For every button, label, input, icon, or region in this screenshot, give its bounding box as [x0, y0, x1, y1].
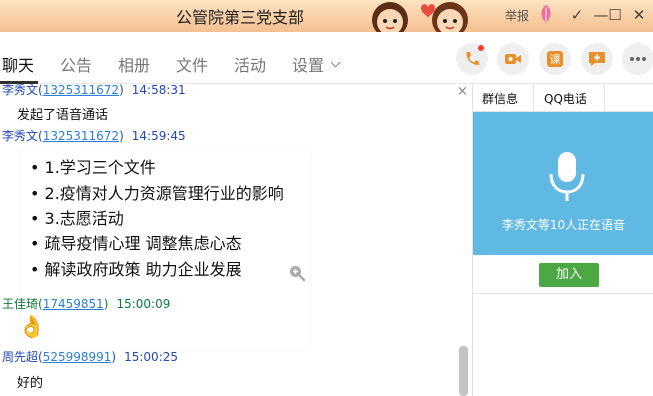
message-bubble-agenda: • 1.学习三个文件 • 2.疫情对人力资源管理行业的影响 • 3.志愿活动 •… [20, 150, 310, 350]
sender-name[interactable]: 王佳琦 [2, 297, 38, 311]
more-button[interactable] [622, 43, 653, 75]
agenda-item: • 1.学习三个文件 [30, 158, 156, 177]
sender-qq[interactable]: 1325311672 [43, 129, 119, 143]
phone-icon [466, 52, 479, 66]
tab-activities[interactable]: 活动 [234, 52, 266, 76]
tab-chat[interactable]: 聊天 [2, 52, 34, 76]
notification-dot [478, 45, 484, 51]
course-label: 课 [549, 53, 561, 66]
message-time: 14:58:31 [131, 84, 186, 97]
message-header: 王佳琦(17459851) 15:00:09 [2, 297, 171, 311]
agenda-item: • 解读政府政策 助力企业发展 [30, 260, 242, 279]
chat-area[interactable]: 李秀文(1325311672) 14:58:31 发起了语音通话 李秀文(1325… [0, 84, 472, 396]
sender-qq[interactable]: 525998991 [43, 350, 112, 364]
voice-call-panel: 李秀文等10人正在语音 [473, 112, 653, 255]
add-message-button[interactable] [581, 43, 613, 75]
cartoon-couple-decoration [372, 2, 468, 32]
microphone-icon [549, 152, 585, 201]
message-text: 发起了语音通话 [17, 108, 109, 123]
agenda-item: • 疏导疫情心理 调整焦虑心态 [30, 234, 242, 253]
close-notice-icon[interactable]: × [457, 84, 468, 99]
voice-status-text: 李秀文等10人正在语音 [501, 218, 626, 232]
right-panel: 群信息 QQ电话 李秀文等10人正在语音 加入 [472, 84, 653, 396]
sender-qq[interactable]: 1325311672 [43, 84, 119, 97]
agenda-item: • 3.志愿活动 [30, 209, 124, 228]
divider [604, 84, 605, 112]
divider [473, 293, 653, 294]
tab-group-info[interactable]: 群信息 [482, 90, 518, 107]
message-time: 15:00:25 [124, 350, 179, 364]
message-header: 李秀文(1325311672) 14:58:31 [2, 84, 186, 97]
sender-qq[interactable]: 17459851 [43, 297, 104, 311]
video-call-button[interactable] [497, 43, 529, 75]
more-icon [630, 57, 646, 61]
ok-hand-emoji: 👌 [18, 315, 46, 340]
video-call-icon [505, 54, 521, 64]
skin-leaf-icon[interactable] [537, 3, 555, 25]
sender-name[interactable]: 周先超 [2, 350, 38, 364]
zoom-in-icon[interactable] [288, 264, 306, 282]
message-header: 李秀文(1325311672) 14:59:45 [2, 129, 186, 143]
agenda-item: • 2.疫情对人力资源管理行业的影响 [30, 184, 284, 203]
tab-announcement[interactable]: 公告 [60, 52, 92, 76]
divider [533, 84, 534, 112]
join-voice-button[interactable]: 加入 [539, 263, 599, 287]
chevron-down-icon[interactable] [330, 57, 341, 68]
title-bar: 公管院第三党支部 举报 ✓ — ☐ ✕ [0, 0, 653, 32]
add-message-icon [589, 52, 605, 66]
message-time: 15:00:09 [116, 297, 171, 311]
message-text: 好的 [17, 376, 44, 391]
message-header: 周先超(525998991) 15:00:25 [2, 350, 179, 364]
message-time: 14:59:45 [131, 129, 186, 143]
tab-settings[interactable]: 设置 [292, 52, 324, 76]
sender-name[interactable]: 李秀文 [2, 129, 38, 143]
report-link[interactable]: 举报 [505, 7, 529, 24]
right-panel-tabs: 群信息 QQ电话 [473, 84, 653, 112]
chat-scrollbar[interactable] [459, 346, 468, 396]
tab-files[interactable]: 文件 [176, 52, 208, 76]
tab-qq-phone[interactable]: QQ电话 [544, 90, 587, 107]
close-button[interactable]: ✕ [628, 4, 650, 26]
course-button[interactable]: 课 [539, 43, 571, 75]
sender-name[interactable]: 李秀文 [2, 84, 38, 97]
tab-album[interactable]: 相册 [118, 52, 150, 76]
dropdown-check-button[interactable]: ✓ [566, 4, 588, 26]
maximize-button[interactable]: ☐ [604, 4, 626, 26]
phone-button[interactable] [456, 43, 488, 75]
